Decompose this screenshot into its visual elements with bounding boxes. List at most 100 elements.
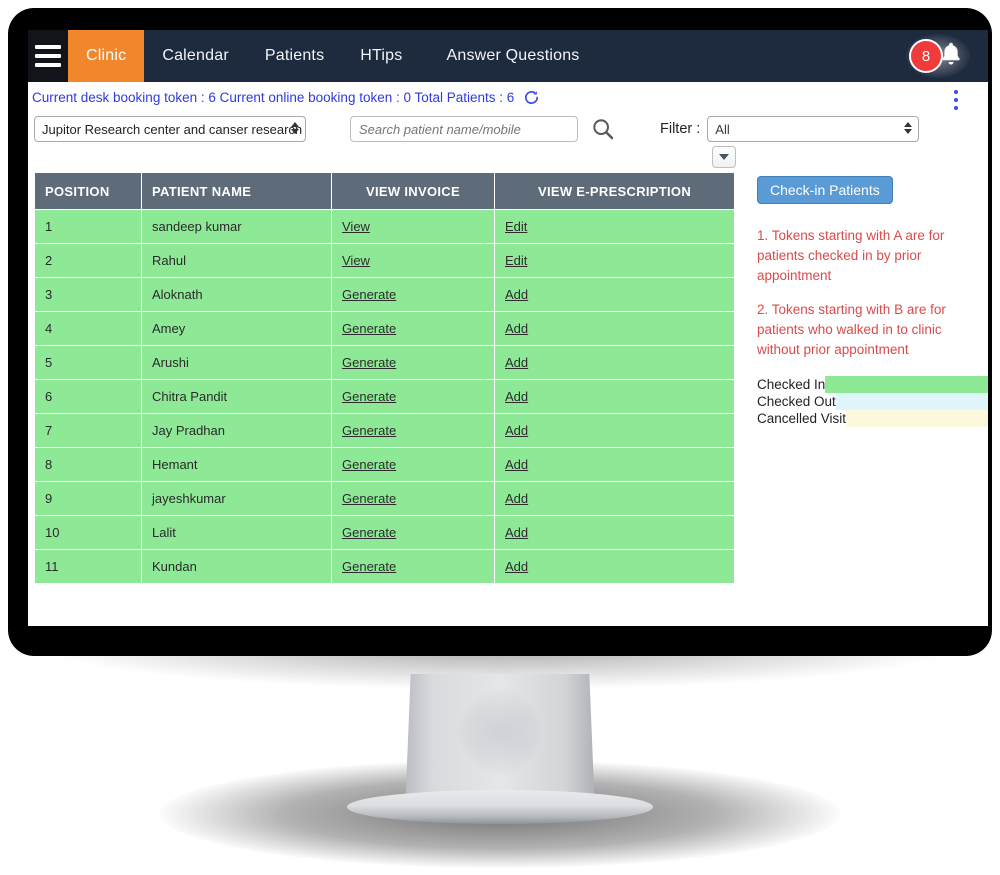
hamburger-bar [35,54,61,58]
eprescription-link[interactable]: Add [505,423,528,438]
legend-label: Cancelled Visit [757,411,847,426]
eprescription-link[interactable]: Add [505,525,528,540]
table-row: 10 Lalit Generate Add [34,515,735,550]
table-options-row [28,142,988,172]
cell-view-invoice: Generate [331,277,495,312]
invoice-link[interactable]: Generate [342,559,396,574]
eprescription-link[interactable]: Edit [505,219,527,234]
kebab-dot [954,98,958,102]
invoice-link[interactable]: Generate [342,525,396,540]
nav-tab-label: Clinic [86,47,127,64]
cell-patient-name: Arushi [141,345,332,380]
cell-position: 10 [34,515,142,550]
nav-tab-htips[interactable]: HTips [342,30,420,82]
invoice-link[interactable]: View [342,253,370,268]
clinic-select[interactable]: Jupitor Research center and canser resea… [34,116,306,142]
cell-view-eprescription: Edit [494,209,735,244]
cell-position: 1 [34,209,142,244]
invoice-link[interactable]: Generate [342,287,396,302]
token-bar: Current desk booking token : 6 Current o… [28,82,988,110]
invoice-link[interactable]: Generate [342,457,396,472]
cell-view-invoice: Generate [331,413,495,448]
filter-label: Filter : [660,121,701,137]
invoice-link[interactable]: View [342,219,370,234]
search-icon[interactable] [590,116,616,142]
table-row: 6 Chitra Pandit Generate Add [34,379,735,414]
cell-position: 5 [34,345,142,380]
nav-tab-answer-questions[interactable]: Answer Questions [420,30,597,82]
more-vertical-icon[interactable] [952,88,960,112]
column-header-position[interactable]: POSITION [34,172,142,210]
eprescription-link[interactable]: Add [505,287,528,302]
select-spinner-icon [291,122,299,134]
nav-tab-patients[interactable]: Patients [247,30,342,82]
hamburger-bar [35,45,61,49]
cell-patient-name: sandeep kumar [141,209,332,244]
hamburger-icon[interactable] [28,30,68,82]
chevron-down-icon[interactable] [712,146,736,168]
cell-view-eprescription: Add [494,549,735,584]
kebab-dot [954,90,958,94]
cell-view-eprescription: Add [494,481,735,516]
eprescription-link[interactable]: Add [505,559,528,574]
controls-row: Jupitor Research center and canser resea… [28,110,988,142]
table-row: 5 Arushi Generate Add [34,345,735,380]
nav-tab-label: HTips [360,47,403,64]
nav-tab-clinic[interactable]: Clinic [68,30,145,82]
cell-patient-name: Hemant [141,447,332,482]
token-note-a: 1. Tokens starting with A are for patien… [757,228,945,283]
eprescription-link[interactable]: Add [505,321,528,336]
cell-view-eprescription: Add [494,277,735,312]
cell-position: 2 [34,243,142,278]
monitor-mockup: Clinic Calendar Patients HTips Answer Qu… [0,0,1000,875]
cell-position: 3 [34,277,142,312]
table-row: 1 sandeep kumar View Edit [34,209,735,244]
invoice-link[interactable]: Generate [342,355,396,370]
search-input[interactable] [350,116,578,142]
nav-tab-label: Answer Questions [446,47,580,64]
cell-view-eprescription: Add [494,379,735,414]
invoice-link[interactable]: Generate [342,389,396,404]
eprescription-link[interactable]: Edit [505,253,527,268]
invoice-link[interactable]: Generate [342,321,396,336]
legend-row: Checked Out [757,393,988,410]
eprescription-link[interactable]: Add [505,389,528,404]
hamburger-bar [35,63,61,67]
refresh-icon[interactable] [523,89,540,106]
eprescription-link[interactable]: Add [505,457,528,472]
cell-patient-name: Kundan [141,549,332,584]
legend-label: Checked In [757,377,826,392]
status-legend: Checked In Checked Out Cancelled Visit [757,376,988,427]
cell-view-invoice: Generate [331,379,495,414]
notification-area: 8 [906,30,988,82]
cell-view-eprescription: Add [494,413,735,448]
column-header-view-eprescription[interactable]: VIEW E-PRESCRIPTION [494,172,735,210]
right-panel: Check-in Patients 1. Tokens starting wit… [757,172,988,584]
table-row: 2 Rahul View Edit [34,243,735,278]
cell-view-eprescription: Add [494,311,735,346]
cell-view-invoice: Generate [331,549,495,584]
column-header-patient-name[interactable]: PATIENT NAME [141,172,332,210]
invoice-link[interactable]: Generate [342,423,396,438]
cell-position: 8 [34,447,142,482]
notification-badge[interactable]: 8 [909,39,943,73]
cell-patient-name: Chitra Pandit [141,379,332,414]
cell-position: 11 [34,549,142,584]
table-row: 9 jayeshkumar Generate Add [34,481,735,516]
eprescription-link[interactable]: Add [505,491,528,506]
nav-tab-label: Calendar [162,47,229,64]
cell-view-eprescription: Add [494,447,735,482]
nav-tab-calendar[interactable]: Calendar [144,30,247,82]
table-row: 4 Amey Generate Add [34,311,735,346]
cell-view-eprescription: Add [494,345,735,380]
cell-view-eprescription: Edit [494,243,735,278]
cell-patient-name: Aloknath [141,277,332,312]
column-header-view-invoice[interactable]: VIEW INVOICE [331,172,495,210]
eprescription-link[interactable]: Add [505,355,528,370]
legend-swatch [825,376,988,393]
invoice-link[interactable]: Generate [342,491,396,506]
filter-select[interactable]: All [707,116,920,142]
check-in-patients-button[interactable]: Check-in Patients [757,176,893,204]
filter-select-value: All [715,121,730,137]
cell-position: 7 [34,413,142,448]
